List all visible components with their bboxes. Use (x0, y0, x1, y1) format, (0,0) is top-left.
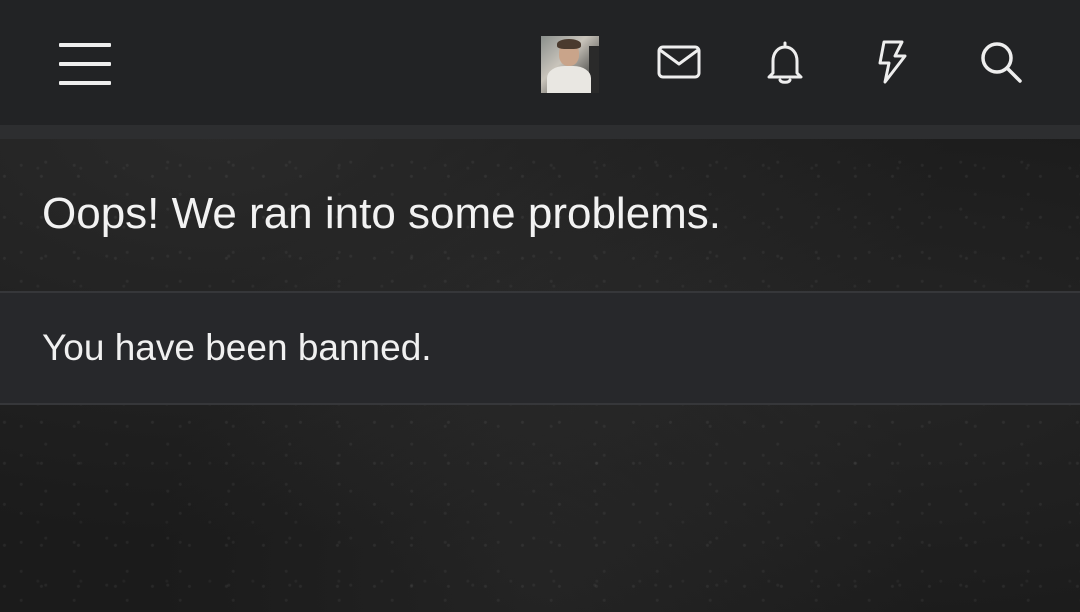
user-avatar[interactable] (541, 36, 599, 93)
menu-line (59, 62, 111, 66)
lightning-bolt-icon[interactable] (862, 32, 922, 92)
error-notice-block: You have been banned. (0, 291, 1080, 405)
top-navigation-bar (0, 0, 1080, 125)
menu-line (59, 43, 111, 47)
bell-icon[interactable] (755, 32, 815, 92)
envelope-icon[interactable] (649, 32, 709, 92)
error-title: Oops! We ran into some problems. (42, 189, 722, 238)
ban-message: You have been banned. (42, 327, 432, 368)
search-icon[interactable] (971, 32, 1031, 92)
page: Oops! We ran into some problems. You hav… (0, 0, 1080, 612)
hamburger-menu-icon[interactable] (52, 34, 118, 94)
menu-line (59, 81, 111, 85)
header-divider (0, 125, 1080, 139)
